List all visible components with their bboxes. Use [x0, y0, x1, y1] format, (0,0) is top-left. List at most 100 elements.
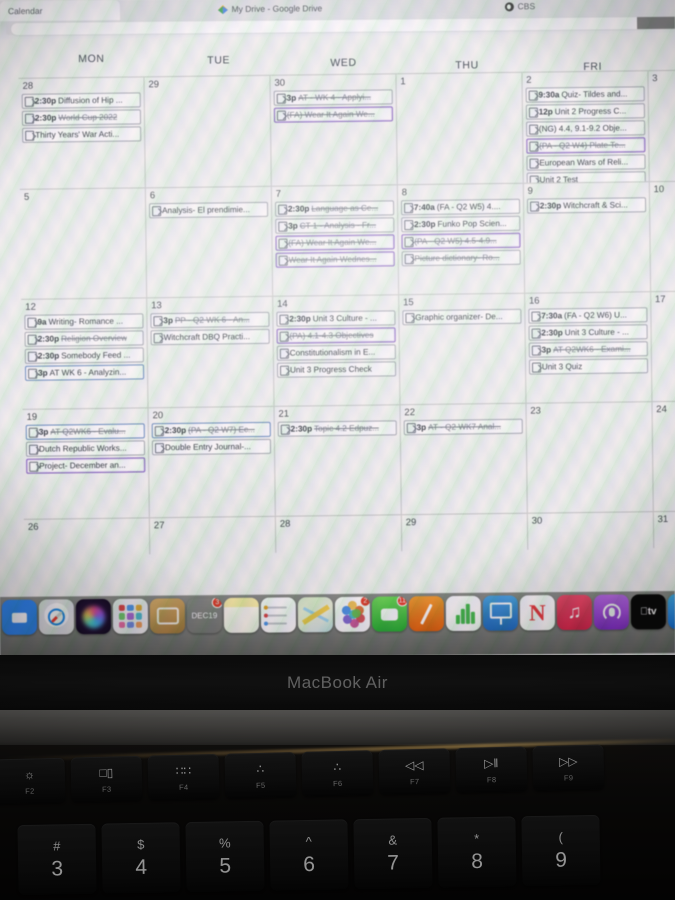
calendar-event[interactable]: Witchcraft DBQ Practi... [150, 328, 270, 346]
calendar-event[interactable]: 2:30p Funko Pop Scien... [401, 215, 521, 233]
dock-app-keynote[interactable] [482, 595, 519, 631]
calendar-event[interactable]: Picture dictionary- Ro... [401, 249, 521, 267]
key-7[interactable]: & 7 [353, 817, 433, 890]
tab-calendar[interactable]: Calendar [0, 0, 121, 22]
calendar-event[interactable]: Dutch Republic Works... [25, 440, 146, 457]
calendar-event[interactable]: 3p AT Q2WK6 - Evalu... [25, 423, 145, 440]
calendar-event[interactable]: Analysis- El prendimie... [148, 201, 269, 219]
calendar-event[interactable]: (PA - Q2 W5) 4.5-4.9... [401, 232, 521, 250]
calendar-day-cell[interactable]: 20 2:30p (PA - Q2 W7) Ec... Double Entry Jo… [148, 406, 276, 518]
dock-app-music[interactable] [556, 594, 593, 631]
dock-app-siri[interactable] [75, 598, 112, 635]
key-4[interactable]: $4 [101, 822, 181, 894]
dock-app-news[interactable] [519, 595, 556, 631]
calendar-day-cell[interactable]: 28 2:30p Diffusion of Hip ... 2:30p World Cu… [18, 77, 146, 189]
dock-app-calendar[interactable]: DEC 19 3 [187, 598, 223, 633]
tab-google-drive[interactable]: My Drive - Google Drive [120, 0, 420, 20]
key-f8[interactable]: ▷‖ F8 [455, 746, 528, 794]
calendar-day-cell[interactable]: 16 7:30a (FA - Q2 W6) U... 2:30p Unit 3 Cult… [524, 292, 653, 403]
dock-app-mail[interactable] [149, 598, 186, 634]
key-9[interactable]: (9 [521, 814, 601, 887]
calendar-day-cell[interactable]: 14 2:30p Unit 3 Culture - ... (PA) 4.1-4.3 … [273, 295, 401, 406]
calendar-event[interactable]: 2:30p Religion Overview [24, 330, 144, 347]
dock-app-notes[interactable] [223, 597, 260, 633]
key-f2[interactable]: ☼ F2 [0, 757, 66, 805]
calendar-day-cell[interactable]: 2 9:30a Quiz- Tildes and... 12p Unit 2 Progr… [522, 71, 650, 183]
calendar-day-cell[interactable]: 23 [526, 402, 654, 513]
calendar-day-cell[interactable]: 12 9a Writing- Romance ... 2:30p Religion Ov… [21, 298, 149, 409]
calendar-day-cell[interactable]: 19 3p AT Q2WK6 - Evalu... Dutch Republic Wo… [22, 408, 150, 519]
key-f6[interactable]: ∴ F6 [301, 750, 374, 797]
dock-app-launchpad[interactable] [112, 598, 149, 634]
calendar-event[interactable]: Unit 3 Quiz [528, 358, 648, 375]
calendar-day-cell[interactable]: 22 3p AT - Q2 WK7 Anal... [400, 403, 528, 515]
calendar-event[interactable]: Project- December an... [26, 457, 146, 474]
calendar-day-cell[interactable]: 5 [19, 188, 148, 299]
calendar-day-cell[interactable]: 17 [651, 292, 675, 401]
calendar-day-cell[interactable]: 15 Graphic organizer- De... [398, 293, 527, 405]
calendar-event[interactable]: 3p AT WK 6 - Analyzin... [24, 364, 145, 381]
calendar-event[interactable]: (FA) Wear It Again We... [275, 234, 395, 251]
calendar-day-cell[interactable]: 30 3p AT - WK 4 - Applyi... (FA) Wear It Ag… [270, 74, 398, 186]
calendar-event[interactable]: 2:30p Diffusion of Hip ... [21, 92, 141, 109]
key-3[interactable]: #3 [17, 823, 97, 896]
calendar-event[interactable]: (PA - Q2 W4) Plate Te... [525, 137, 646, 154]
key-8[interactable]: * 8 [437, 816, 517, 888]
calendar-event[interactable]: (FA) Wear It Again We... [273, 106, 393, 123]
calendar-event[interactable]: Constitutionalism in E... [276, 344, 396, 361]
calendar-event[interactable]: (PA) 4.1-4.3 Objectives [276, 327, 396, 344]
calendar-event[interactable]: 2:30p Language as Ce... [274, 200, 394, 217]
calendar-day-cell[interactable]: 9 2:30p Witchcraft & Sci... [523, 182, 651, 293]
calendar-day-cell[interactable]: 29 [144, 75, 272, 188]
calendar-event[interactable]: 2:30p Somebody Feed ... [24, 347, 144, 364]
key-f7[interactable]: ◁◁ F7 [378, 748, 451, 796]
calendar-day-cell[interactable]: 8 7:40a (FA - Q2 W5) 4.... 2:30p Funko Pop S… [397, 183, 525, 295]
calendar-event[interactable]: (NG) 4.4, 9.1-9.2 Obje... [525, 120, 645, 137]
calendar-event[interactable]: Unit 3 Progress Check [276, 361, 396, 378]
calendar-day-cell[interactable]: 6 Analysis- El prendimie... [145, 186, 274, 298]
calendar-event[interactable]: Unit 2 Test [526, 171, 646, 183]
calendar-event[interactable]: 2:30p Witchcraft & Sci... [526, 197, 646, 214]
key-f4[interactable]: ∷∷ F4 [147, 753, 220, 801]
calendar-event[interactable]: 2:30p Unit 3 Culture - ... [528, 324, 648, 341]
calendar-day-cell[interactable]: 30 [527, 512, 654, 550]
calendar-event[interactable]: 3p AT Q2WK6 - Exami... [528, 341, 648, 358]
calendar-event[interactable]: 2:30p World Cup 2022 [21, 109, 141, 126]
calendar-event[interactable]: 9:30a Quiz- Tildes and... [525, 86, 645, 103]
key-f3[interactable]: □▯ F3 [70, 755, 143, 803]
calendar-event[interactable]: 3p AT - WK 4 - Applyi... [273, 89, 393, 106]
calendar-event[interactable]: Thirty Years' War Acti... [22, 126, 142, 143]
calendar-event[interactable]: 3p PP - Q2 WK 6 - An... [150, 311, 270, 329]
calendar-day-cell[interactable]: 26 [23, 518, 151, 556]
calendar-day-cell[interactable]: 1 [396, 72, 524, 185]
calendar-event[interactable]: Graphic organizer- De... [402, 308, 522, 326]
dock-app-photos[interactable]: 2 [334, 596, 371, 633]
calendar-day-cell[interactable]: 13 3p PP - Q2 WK 6 - An... Witchcraft DBQ P… [147, 296, 275, 408]
dock-app-numbers[interactable] [445, 595, 482, 632]
calendar-day-cell[interactable]: 27 [149, 516, 277, 555]
dock-app-podcasts[interactable] [593, 594, 630, 630]
dock-app-appletv[interactable] [630, 594, 667, 630]
dock-app-appstore[interactable] [667, 593, 675, 630]
calendar-event[interactable]: European Wars of Reli... [526, 154, 646, 171]
key-6[interactable]: ^ 6 [269, 819, 349, 891]
calendar-day-cell[interactable]: 10 [649, 182, 675, 291]
calendar-day-cell[interactable]: 24 [652, 402, 675, 511]
calendar-event[interactable]: 12p Unit 2 Progress C... [525, 103, 645, 120]
calendar-day-cell[interactable]: 31 [654, 512, 675, 548]
key-f9[interactable]: ▷▷ F9 [532, 744, 605, 792]
key-f5[interactable]: ∴ F5 [224, 752, 297, 799]
calendar-event[interactable]: Double Entry Journal-... [151, 438, 271, 456]
dock-app-facetime[interactable]: 11 [371, 596, 408, 632]
dock-app-reminders[interactable] [260, 597, 297, 633]
calendar-day-cell[interactable]: 7 2:30p Language as Ce... 3p CT 1 - Analysis… [271, 185, 399, 296]
calendar-event[interactable]: 2:30p Unit 3 Culture - ... [276, 310, 396, 327]
calendar-event[interactable]: 3p AT - Q2 WK7 Anal... [403, 418, 523, 436]
calendar-event[interactable]: 2:30p (PA - Q2 W7) Ec... [151, 421, 271, 439]
dock-app-zoom[interactable] [1, 599, 38, 635]
calendar-day-cell[interactable]: 21 2:30p Topic 4.2 Edpuz... [274, 405, 402, 516]
calendar-event[interactable]: 2:30p Topic 4.2 Edpuz... [277, 420, 397, 437]
calendar-day-cell[interactable]: 28 [275, 515, 403, 553]
calendar-event[interactable]: 7:30a (FA - Q2 W6) U... [528, 307, 648, 324]
key-5[interactable]: % 5 [185, 820, 265, 893]
